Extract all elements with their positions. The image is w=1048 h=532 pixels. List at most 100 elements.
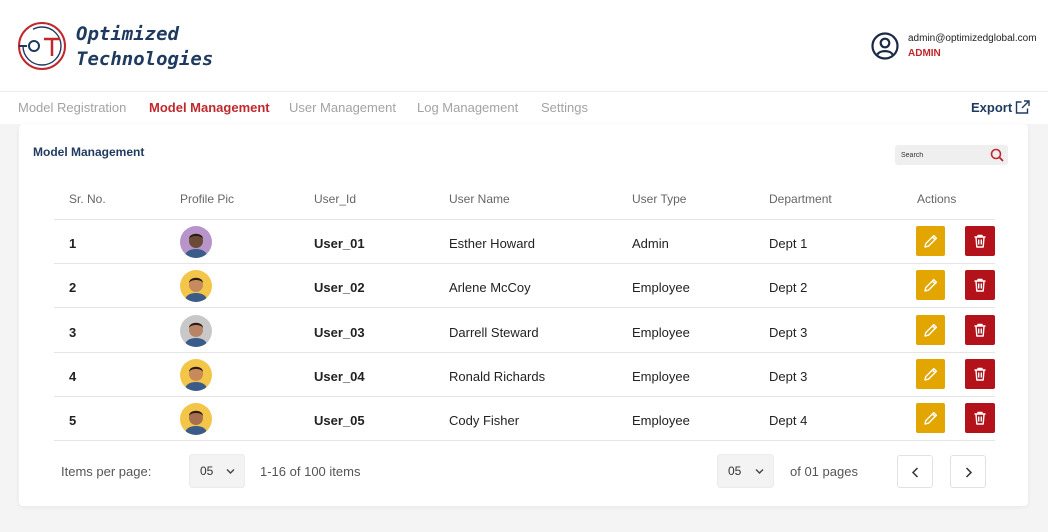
- page-select-value: 05: [728, 464, 742, 478]
- page-select[interactable]: 05: [717, 454, 774, 488]
- avatar: [180, 314, 212, 347]
- avatar: [180, 358, 212, 391]
- avatar-image: [180, 403, 212, 436]
- delete-button[interactable]: [965, 314, 995, 345]
- avatar: [180, 226, 212, 258]
- external-link-icon[interactable]: [1015, 100, 1030, 115]
- cell-user-name: Cody Fisher: [449, 413, 520, 429]
- cell-sr-no: 1: [69, 236, 77, 251]
- col-header-user-name: User Name: [449, 192, 510, 206]
- cell-sr-no: 2: [69, 280, 77, 296]
- cell-user-name: Arlene McCoy: [449, 280, 531, 296]
- delete-button[interactable]: [965, 270, 995, 301]
- cell-user-id: User_03: [314, 324, 365, 340]
- items-per-page-select[interactable]: 05: [189, 454, 245, 488]
- pencil-icon: [924, 234, 938, 248]
- cell-user-type: Employee: [632, 324, 690, 340]
- cell-department: Dept 1: [769, 236, 808, 251]
- cell-user-id: User_04: [314, 368, 365, 384]
- app-header: Optimized Technologies admin@optimizedgl…: [0, 0, 1048, 92]
- delete-button[interactable]: [965, 403, 995, 434]
- col-header-actions: Actions: [917, 192, 957, 206]
- avatar-image: [180, 314, 212, 347]
- prev-page-button[interactable]: [897, 455, 933, 488]
- pages-text: of 01 pages: [790, 464, 858, 479]
- tab-model-registration[interactable]: Model Registration: [18, 100, 126, 115]
- col-header-sr-no: Sr. No.: [69, 192, 106, 206]
- cell-user-id: User_02: [314, 280, 365, 296]
- cell-sr-no: 5: [69, 413, 77, 429]
- cell-department: Dept 3: [769, 368, 808, 384]
- cell-department: Dept 3: [769, 324, 808, 340]
- items-per-page-value: 05: [200, 464, 214, 478]
- avatar: [180, 403, 212, 436]
- pencil-icon: [924, 367, 938, 381]
- next-page-button[interactable]: [950, 455, 986, 488]
- col-header-user-type: User Type: [632, 192, 687, 206]
- chevron-down-icon: [226, 469, 235, 474]
- col-header-user-id: User_Id: [314, 192, 357, 206]
- tab-model-management[interactable]: Model Management: [149, 100, 270, 115]
- brand-name: Optimized Technologies: [76, 22, 213, 72]
- pencil-icon: [924, 412, 938, 425]
- table-row: 2 User_02 Arlene McCoy Employee Dept 2: [54, 264, 995, 309]
- cell-user-id: User_05: [314, 413, 365, 429]
- items-per-page-label: Items per page:: [61, 464, 152, 479]
- trash-icon: [974, 234, 986, 248]
- table-row: 5 User_05 Cody Fisher Employee Dept 4: [54, 397, 995, 442]
- chevron-left-icon: [911, 467, 919, 478]
- user-role: ADMIN: [908, 48, 941, 59]
- cell-user-type: Admin: [632, 236, 669, 251]
- delete-button[interactable]: [965, 226, 995, 256]
- cell-department: Dept 2: [769, 280, 808, 296]
- cell-user-name: Darrell Steward: [449, 324, 539, 340]
- avatar-image: [180, 358, 212, 391]
- delete-button[interactable]: [965, 358, 995, 389]
- model-management-card: Model Management Sr. No. Profile Pic Use…: [19, 124, 1028, 506]
- items-range-text: 1-16 of 100 items: [260, 464, 361, 479]
- cell-user-name: Esther Howard: [449, 236, 535, 251]
- chevron-right-icon: [965, 467, 973, 478]
- edit-button[interactable]: [916, 226, 945, 256]
- cell-user-type: Employee: [632, 280, 690, 296]
- cell-sr-no: 4: [69, 368, 77, 384]
- table-row: 4 User_04 Ronald Richards Employee Dept 3: [54, 353, 995, 397]
- main-nav: Model Registration Model Management User…: [0, 92, 1048, 124]
- cell-sr-no: 3: [69, 324, 77, 340]
- trash-icon: [974, 279, 986, 292]
- brand-line-2: Technologies: [76, 48, 214, 70]
- trash-icon: [974, 367, 986, 381]
- user-circle-icon[interactable]: [871, 32, 899, 60]
- avatar-image: [180, 226, 212, 258]
- tab-log-management[interactable]: Log Management: [417, 100, 518, 115]
- cell-user-id: User_01: [314, 236, 365, 251]
- edit-button[interactable]: [916, 314, 945, 345]
- avatar: [180, 270, 212, 303]
- edit-button[interactable]: [916, 270, 945, 301]
- pencil-icon: [924, 323, 938, 337]
- edit-button[interactable]: [916, 403, 945, 434]
- search-input[interactable]: [895, 145, 985, 165]
- search-icon[interactable]: [990, 148, 1004, 162]
- cell-user-type: Employee: [632, 413, 690, 429]
- col-header-department: Department: [769, 192, 832, 206]
- tab-user-management[interactable]: User Management: [289, 100, 396, 115]
- brand-line-1: Optimized: [76, 23, 179, 45]
- user-email: admin@optimizedglobal.com: [908, 33, 1037, 44]
- edit-button[interactable]: [916, 358, 945, 389]
- trash-icon: [974, 323, 986, 337]
- card-title: Model Management: [33, 145, 145, 159]
- col-header-profile-pic: Profile Pic: [180, 192, 235, 206]
- export-button[interactable]: Export: [971, 100, 1012, 115]
- trash-icon: [974, 411, 986, 425]
- table-row: 1 User_01 Esther Howard Admin Dept 1: [54, 220, 995, 264]
- search-box: [895, 145, 1008, 165]
- cell-user-type: Employee: [632, 368, 690, 384]
- chevron-down-icon: [755, 469, 764, 474]
- tab-settings[interactable]: Settings: [541, 100, 588, 115]
- avatar-image: [180, 270, 212, 303]
- pencil-icon: [924, 279, 938, 292]
- cell-user-name: Ronald Richards: [449, 368, 546, 384]
- ot-logo-icon: [18, 22, 66, 70]
- table-row: 3 User_03 Darrell Steward Employee Dept 3: [54, 309, 995, 353]
